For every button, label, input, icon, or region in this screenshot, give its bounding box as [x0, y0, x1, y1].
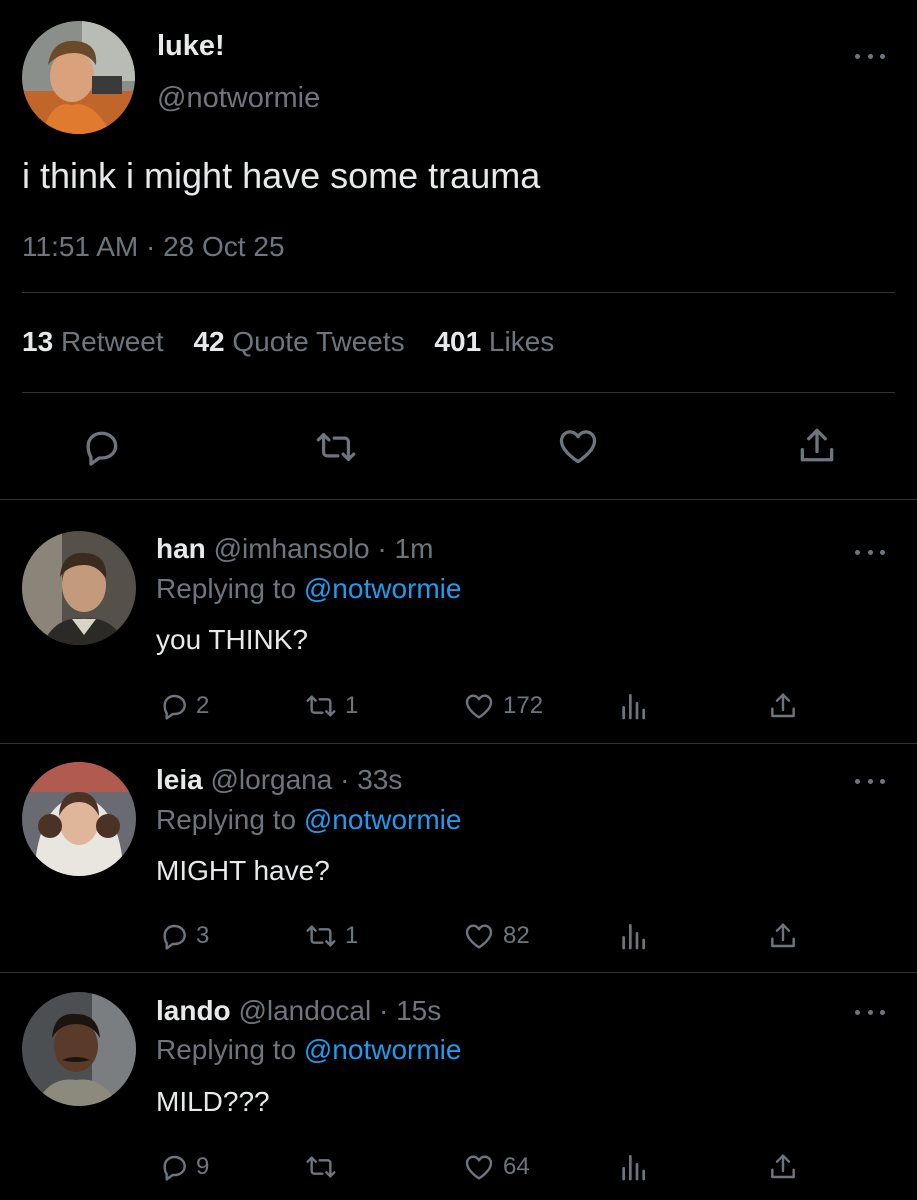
replying-label: Replying to [156, 1034, 297, 1065]
reply-handle[interactable]: @landocal [238, 995, 371, 1026]
retweet-count: 1 [345, 692, 359, 719]
like-count: 82 [503, 922, 530, 949]
reply-button[interactable]: 3 [158, 920, 209, 952]
avatar-leia[interactable] [22, 762, 136, 876]
like-icon [559, 430, 597, 464]
share-button[interactable] [795, 423, 839, 469]
reply-handle[interactable]: @lorgana [210, 764, 332, 795]
reply-count: 9 [196, 1153, 210, 1180]
reply-text: MIGHT have? [156, 855, 330, 886]
reply-time[interactable]: · 15s [379, 995, 441, 1026]
reply-handle[interactable]: @imhansolo [214, 533, 370, 564]
reply-button[interactable]: 2 [158, 690, 209, 722]
replying-to: Replying to @notwormie [156, 1034, 461, 1066]
share-icon [771, 1154, 795, 1179]
like-button[interactable]: 82 [461, 920, 530, 952]
retweet-icon [306, 695, 336, 717]
divider [22, 392, 895, 393]
more-icon[interactable] [855, 50, 885, 62]
more-icon[interactable] [855, 775, 885, 787]
reply-time[interactable]: · 33s [340, 764, 402, 795]
replying-to: Replying to @notwormie [156, 573, 461, 605]
retweets-count: 13 [22, 326, 54, 357]
analytics-icon [622, 694, 645, 720]
replying-label: Replying to [156, 573, 297, 604]
retweet-count: 1 [345, 922, 359, 949]
reply-count: 3 [196, 922, 210, 949]
tweet-text: i think i might have some trauma [22, 155, 541, 196]
avatar-lando[interactable] [22, 992, 136, 1106]
retweet-button[interactable] [313, 425, 359, 469]
analytics-icon [622, 924, 645, 950]
avatar-luke[interactable] [22, 21, 135, 134]
divider [0, 499, 917, 500]
replying-handle[interactable]: @notwormie [304, 1034, 462, 1065]
reply-button[interactable] [79, 425, 123, 469]
like-icon [465, 924, 493, 949]
retweets-label: Retweet [60, 326, 164, 357]
retweet-icon [306, 925, 336, 947]
retweet-button[interactable]: 1 [303, 920, 358, 952]
share-button[interactable] [767, 690, 799, 722]
reply-text: MILD??? [156, 1086, 270, 1117]
author-display-name[interactable]: luke! [157, 30, 225, 63]
share-button[interactable] [767, 1151, 799, 1183]
reply-icon [163, 694, 186, 720]
reply-header: han @imhansolo · 1m [156, 533, 433, 565]
more-icon[interactable] [855, 1006, 885, 1018]
tweet-timestamp[interactable]: 11:51 AM · 28 Oct 25 [22, 231, 285, 263]
like-button[interactable] [555, 424, 601, 468]
divider [22, 292, 895, 293]
like-count: 64 [503, 1153, 530, 1180]
retweet-icon [316, 433, 356, 461]
share-button[interactable] [767, 920, 799, 952]
retweet-icon [306, 1156, 336, 1178]
replying-label: Replying to [156, 804, 297, 835]
reply-display-name[interactable]: han [156, 533, 206, 564]
like-icon [465, 694, 493, 719]
author-handle[interactable]: @notwormie [157, 82, 320, 115]
reply-button[interactable]: 9 [158, 1151, 209, 1183]
analytics-button[interactable] [617, 920, 649, 952]
quotes-stat[interactable]: 42 Quote Tweets [193, 326, 404, 357]
more-icon[interactable] [855, 546, 885, 558]
reply-display-name[interactable]: lando [156, 995, 231, 1026]
replying-handle[interactable]: @notwormie [304, 573, 462, 604]
retweet-button[interactable] [303, 1151, 345, 1183]
likes-stat[interactable]: 401 Likes [434, 326, 554, 357]
analytics-icon [622, 1155, 645, 1181]
replying-handle[interactable]: @notwormie [304, 804, 462, 835]
likes-count: 401 [434, 326, 482, 357]
reply-icon [163, 924, 186, 950]
analytics-button[interactable] [617, 1151, 649, 1183]
reply-icon [86, 431, 118, 466]
reply-count: 2 [196, 692, 210, 719]
share-icon [771, 693, 795, 718]
share-icon [771, 923, 795, 948]
replying-to: Replying to @notwormie [156, 804, 461, 836]
reply-display-name[interactable]: leia [156, 764, 203, 795]
like-icon [465, 1155, 493, 1180]
divider [0, 743, 917, 744]
tweet-stats: 13 Retweet 42 Quote Tweets 401 Likes [22, 326, 554, 358]
reply-text: you THINK? [156, 624, 308, 655]
avatar-han[interactable] [22, 531, 136, 645]
likes-label: Likes [488, 326, 555, 357]
quotes-label: Quote Tweets [232, 326, 405, 357]
like-button[interactable]: 64 [461, 1151, 530, 1183]
retweets-stat[interactable]: 13 Retweet [22, 326, 164, 357]
retweet-button[interactable]: 1 [303, 690, 358, 722]
reply-time[interactable]: · 1m [377, 533, 433, 564]
divider [0, 972, 917, 973]
quotes-count: 42 [193, 326, 225, 357]
reply-header: leia @lorgana · 33s [156, 764, 402, 796]
reply-header: lando @landocal · 15s [156, 995, 441, 1027]
share-icon [800, 428, 834, 462]
analytics-button[interactable] [617, 690, 649, 722]
reply-icon [163, 1155, 186, 1181]
like-count: 172 [503, 692, 544, 719]
like-button[interactable]: 172 [461, 690, 543, 722]
